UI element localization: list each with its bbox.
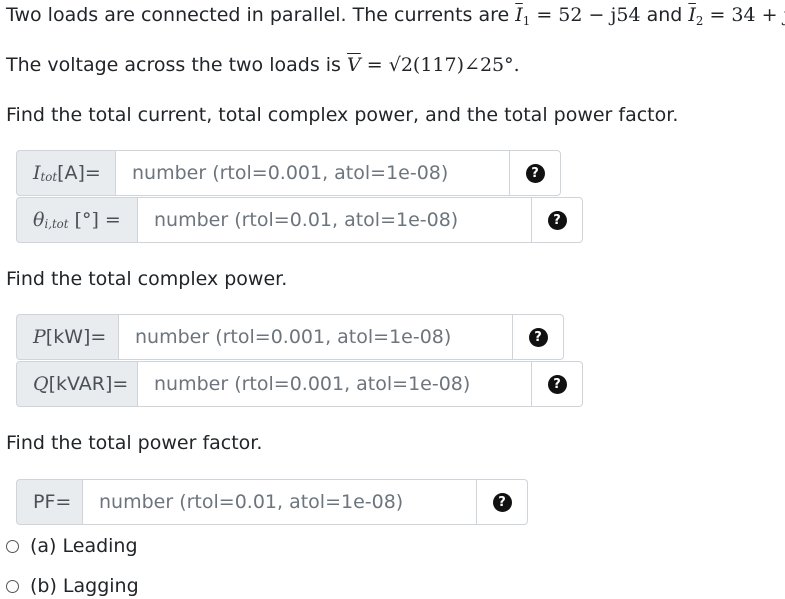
symbol: P <box>33 326 46 348</box>
itot-label: Itot [A]= <box>16 150 115 196</box>
pf-label: PF= <box>16 479 82 525</box>
current-1-value: = 52 − j54 <box>536 4 641 26</box>
symbol: I <box>33 162 41 184</box>
problem-text: The voltage across the two loads is <box>6 54 341 76</box>
section-power-factor: Find the total power factor. <box>6 432 263 454</box>
q-label: Q [kVAR]= <box>16 361 137 407</box>
pf-help-button[interactable]: ? <box>477 479 528 525</box>
option-label: (b) Lagging <box>30 575 139 597</box>
pf-input-group: PF= number (rtol=0.01, atol=1e-08) ? <box>16 479 528 525</box>
pf-input[interactable]: number (rtol=0.01, atol=1e-08) <box>82 479 477 525</box>
option-label: (a) Leading <box>30 535 138 557</box>
help-icon: ? <box>492 492 512 512</box>
theta-input-group: θ i,tot [°] = number (rtol=0.01, atol=1e-… <box>16 197 583 243</box>
radio-button[interactable] <box>6 539 19 553</box>
q-input[interactable]: number (rtol=0.001, atol=1e-08) <box>137 361 532 407</box>
symbol: θ <box>33 209 45 231</box>
subscript: tot <box>40 169 58 184</box>
option-lagging[interactable]: (b) Lagging <box>6 575 139 597</box>
section-complex-power: Find the total complex power. <box>6 268 288 290</box>
unit: [kVAR]= <box>48 373 129 395</box>
p-input[interactable]: number (rtol=0.001, atol=1e-08) <box>118 314 513 360</box>
current-1-symbol: I <box>515 4 523 26</box>
label: PF= <box>33 491 72 513</box>
subscript: i,tot <box>44 216 69 231</box>
voltage-value: = √2(117)∠25°. <box>366 54 520 76</box>
radio-button[interactable] <box>6 579 19 593</box>
p-label: P [kW]= <box>16 314 118 360</box>
subscript: 1 <box>522 13 531 28</box>
p-help-button[interactable]: ? <box>513 314 564 360</box>
problem-text: Two loads are connected in parallel. The… <box>6 4 510 26</box>
itot-input-group: Itot [A]= number (rtol=0.001, atol=1e-08)… <box>16 150 561 196</box>
help-icon: ? <box>525 163 545 183</box>
itot-input[interactable]: number (rtol=0.001, atol=1e-08) <box>115 150 510 196</box>
theta-input[interactable]: number (rtol=0.01, atol=1e-08) <box>137 197 532 243</box>
q-input-group: Q [kVAR]= number (rtol=0.001, atol=1e-08)… <box>16 361 583 407</box>
unit: [A]= <box>57 162 101 184</box>
subscript: 2 <box>695 13 704 28</box>
problem-line-2: The voltage across the two loads is V = … <box>6 54 520 76</box>
current-2-symbol: I <box>688 4 696 26</box>
current-2-value: = 34 + j37. <box>709 4 785 26</box>
unit: [kW]= <box>45 326 107 348</box>
help-icon: ? <box>528 327 548 347</box>
option-leading[interactable]: (a) Leading <box>6 535 138 557</box>
and-text: and <box>646 4 683 26</box>
help-icon: ? <box>547 374 567 394</box>
theta-label: θ i,tot [°] = <box>16 197 137 243</box>
q-help-button[interactable]: ? <box>532 361 583 407</box>
help-icon: ? <box>547 210 567 230</box>
voltage-symbol: V <box>347 54 361 76</box>
theta-help-button[interactable]: ? <box>532 197 583 243</box>
problem-line-3: Find the total current, total complex po… <box>6 104 679 126</box>
p-input-group: P [kW]= number (rtol=0.001, atol=1e-08) ? <box>16 314 564 360</box>
symbol: Q <box>33 373 49 395</box>
problem-line-1: Two loads are connected in parallel. The… <box>6 4 785 28</box>
itot-help-button[interactable]: ? <box>510 150 561 196</box>
unit: [°] = <box>74 209 121 231</box>
